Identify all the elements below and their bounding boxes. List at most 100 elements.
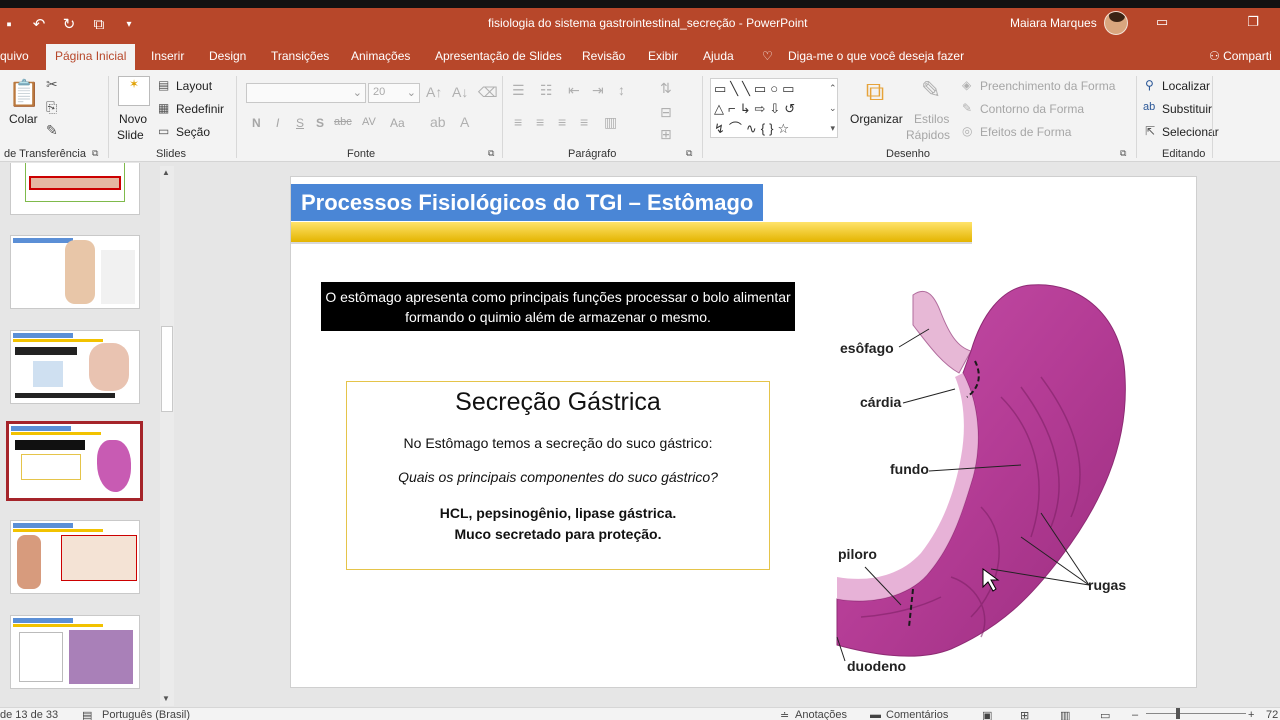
language-indicator[interactable]: Português (Brasil) [102, 709, 190, 720]
font-size-combo[interactable]: 20 ⌄ [368, 83, 420, 103]
shape-effects-button[interactable]: Efeitos de Forma [980, 125, 1071, 139]
font-launcher-icon[interactable]: ⧉ [488, 148, 494, 159]
notes-button[interactable]: Anotações [795, 709, 847, 720]
comments-icon[interactable]: ▬ [870, 709, 881, 720]
ribbon-display-icon[interactable]: ▭ [1152, 14, 1172, 30]
shape-fill-icon[interactable]: ◈ [962, 78, 971, 92]
spellcheck-icon[interactable]: ▤ [82, 709, 92, 720]
shape-outline-icon[interactable]: ✎ [962, 101, 972, 115]
format-painter-icon[interactable]: ✎ [46, 122, 58, 139]
zoom-in-icon[interactable]: + [1248, 709, 1254, 720]
shapes-scroll-icon[interactable]: ⌃ ⌄ ▾ [829, 78, 837, 138]
slide-counter[interactable]: de 13 de 33 [0, 709, 58, 720]
tab-transitions[interactable]: Transições [271, 49, 329, 63]
cut-icon[interactable]: ✂ [46, 76, 58, 93]
shrink-font-icon[interactable]: A↓ [452, 84, 468, 100]
grow-font-icon[interactable]: A↑ [426, 84, 442, 100]
decrease-indent-icon[interactable]: ⇤ [568, 82, 580, 99]
new-slide-label-1[interactable]: Novo [119, 112, 147, 126]
replace-button[interactable]: Substituir [1162, 102, 1212, 116]
tab-help[interactable]: Ajuda [703, 49, 734, 63]
slideshow-view-icon[interactable]: ▭ [1100, 709, 1110, 720]
shape-fill-button[interactable]: Preenchimento da Forma [980, 79, 1115, 93]
tab-home[interactable]: Página Inicial [46, 44, 136, 70]
highlight-icon[interactable]: ab [430, 114, 446, 130]
paste-button[interactable]: Colar [9, 112, 38, 126]
align-center-icon[interactable]: ≡ [536, 114, 544, 130]
section-icon[interactable]: ▭ [158, 124, 169, 138]
columns-icon[interactable]: ▥ [604, 114, 617, 131]
normal-view-icon[interactable]: ▣ [982, 709, 992, 720]
slide-canvas[interactable]: Processos Fisiológicos do TGI – Estômago… [290, 176, 1197, 688]
reset-icon[interactable]: ▦ [158, 101, 169, 115]
drawing-launcher-icon[interactable]: ⧉ [1120, 148, 1126, 159]
comments-button[interactable]: Comentários [886, 709, 948, 720]
find-icon[interactable]: ⚲ [1145, 78, 1154, 92]
restore-window-icon[interactable]: ❐ [1243, 14, 1263, 30]
quick-styles-label-1[interactable]: Estilos [914, 112, 949, 126]
bold-button[interactable]: N [252, 116, 261, 130]
paste-icon[interactable]: 📋 [8, 78, 40, 110]
arrange-icon[interactable]: ⧉ [860, 76, 890, 108]
clipboard-launcher-icon[interactable]: ⧉ [92, 148, 98, 159]
select-button[interactable]: Selecionar [1162, 125, 1219, 139]
section-button[interactable]: Seção [176, 125, 210, 139]
quick-styles-label-2[interactable]: Rápidos [906, 128, 950, 142]
tab-view[interactable]: Exibir [648, 49, 678, 63]
scroll-up-icon[interactable]: ▲ [162, 168, 170, 177]
notes-icon[interactable]: ≐ [780, 709, 789, 720]
slide-sorter-icon[interactable]: ⊞ [1020, 709, 1029, 720]
align-text-icon[interactable]: ⊟ [660, 104, 672, 121]
reading-view-icon[interactable]: ▥ [1060, 709, 1070, 720]
secretion-textbox[interactable]: Secreção Gástrica No Estômago temos a se… [346, 381, 770, 570]
justify-icon[interactable]: ≡ [580, 114, 588, 130]
bullets-icon[interactable]: ☰ [512, 82, 525, 99]
quick-styles-icon[interactable]: ✎ [916, 76, 946, 105]
layout-button[interactable]: Layout [176, 79, 212, 93]
underline-button[interactable]: S [296, 116, 304, 130]
new-slide-icon[interactable]: ✶ [118, 76, 150, 106]
intro-textbox[interactable]: O estômago apresenta como principais fun… [321, 282, 795, 331]
numbering-icon[interactable]: ☷ [540, 82, 553, 99]
share-button[interactable]: ⚇ Comparti [1209, 49, 1272, 63]
redo-icon[interactable]: ↻ [60, 15, 78, 33]
paragraph-launcher-icon[interactable]: ⧉ [686, 148, 692, 159]
font-name-combo[interactable]: ⌄ [246, 83, 366, 103]
tab-file[interactable]: quivo [0, 49, 29, 63]
font-color-icon[interactable]: A [460, 114, 469, 130]
find-button[interactable]: Localizar [1162, 79, 1210, 93]
present-icon[interactable]: ⧉ [90, 16, 108, 33]
align-left-icon[interactable]: ≡ [514, 114, 522, 130]
tab-design[interactable]: Design [209, 49, 246, 63]
save-icon[interactable]: ▪ [0, 16, 18, 33]
shadow-button[interactable]: S [316, 116, 324, 130]
tab-animations[interactable]: Animações [351, 49, 410, 63]
reset-button[interactable]: Redefinir [176, 102, 224, 116]
increase-indent-icon[interactable]: ⇥ [592, 82, 604, 99]
clear-format-icon[interactable]: ⌫ [478, 84, 498, 101]
slide-thumbnail[interactable] [10, 163, 140, 215]
tab-review[interactable]: Revisão [582, 49, 625, 63]
tab-insert[interactable]: Inserir [151, 49, 184, 63]
italic-button[interactable]: I [276, 116, 279, 130]
user-name[interactable]: Maiara Marques [1010, 16, 1097, 30]
zoom-slider[interactable] [1146, 713, 1246, 714]
line-spacing-icon[interactable]: ↕ [618, 82, 625, 98]
undo-icon[interactable]: ↶ [30, 15, 48, 33]
shape-effects-icon[interactable]: ◎ [962, 124, 972, 138]
shape-outline-button[interactable]: Contorno da Forma [980, 102, 1084, 116]
layout-icon[interactable]: ▤ [158, 78, 169, 92]
slide-thumbnail[interactable] [10, 330, 140, 404]
slide-thumbnail[interactable] [10, 615, 140, 689]
slide-thumbnail-selected[interactable] [6, 421, 143, 501]
replace-icon[interactable]: ab [1143, 101, 1155, 113]
smartart-icon[interactable]: ⊞ [660, 126, 672, 143]
arrange-button[interactable]: Organizar [850, 112, 903, 126]
copy-icon[interactable]: ⎘ [46, 99, 57, 116]
zoom-out-icon[interactable]: – [1132, 709, 1138, 720]
zoom-slider-thumb[interactable] [1176, 708, 1180, 719]
slide-thumbnail[interactable] [10, 235, 140, 309]
change-case-button[interactable]: Aa [390, 116, 405, 130]
scrollbar-thumb[interactable] [161, 326, 173, 412]
avatar[interactable] [1104, 11, 1128, 35]
